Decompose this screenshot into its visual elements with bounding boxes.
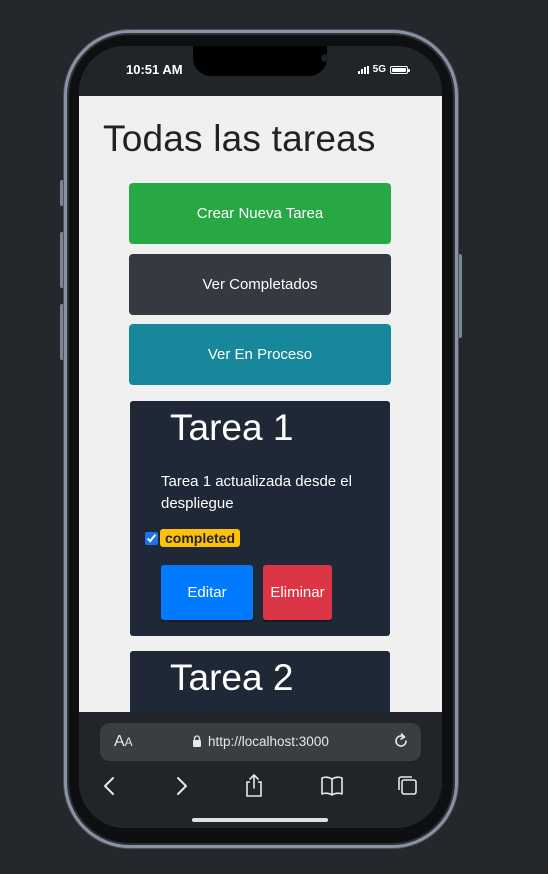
bookmarks-icon[interactable] (319, 773, 345, 799)
edit-task-button[interactable]: Editar (161, 565, 253, 620)
web-page: Todas las tareas Crear Nueva Tarea Ver C… (79, 96, 442, 712)
notch (193, 46, 329, 76)
browser-toolbar (79, 773, 442, 803)
task-title: Tarea 1 (170, 407, 294, 448)
text-size-button[interactable]: AA (114, 733, 133, 751)
address-bar[interactable]: AA http://localhost:3000 (100, 723, 421, 761)
task-title: Tarea 2 (170, 657, 294, 698)
page-title: Todas las tareas (103, 118, 376, 159)
lock-icon (193, 735, 201, 747)
reload-icon[interactable] (391, 731, 411, 751)
task-card: Tarea 2 (130, 651, 390, 712)
task-card: Tarea 1 Tarea 1 actualizada desde el des… (130, 401, 390, 636)
status-time: 10:51 AM (126, 62, 183, 77)
status-icons: 5G (357, 64, 410, 75)
forward-icon[interactable] (168, 773, 194, 799)
power-button (458, 254, 462, 338)
task-description: Tarea 1 actualizada desde el despliegue (161, 473, 352, 512)
view-in-progress-button[interactable]: Ver En Proceso (129, 324, 391, 385)
network-label: 5G (372, 64, 386, 75)
tabs-icon[interactable] (395, 773, 421, 799)
url-text: http://localhost:3000 (208, 734, 329, 749)
create-task-button[interactable]: Crear Nueva Tarea (129, 183, 391, 244)
status-bar: 10:51 AM 5G (79, 46, 442, 96)
battery-icon (390, 65, 410, 74)
back-icon[interactable] (97, 773, 123, 799)
view-completed-button[interactable]: Ver Completados (129, 254, 391, 315)
phone-screen: 10:51 AM 5G Todas las tareas Crear Nueva… (79, 46, 442, 828)
browser-bar: AA http://localhost:3000 (79, 712, 442, 828)
task-completed-checkbox[interactable] (145, 531, 158, 545)
task-status-row: completed (145, 529, 241, 547)
delete-task-button[interactable]: Eliminar (263, 565, 332, 620)
front-camera (321, 54, 329, 62)
share-icon[interactable] (241, 773, 267, 799)
status-badge: completed (160, 529, 241, 547)
signal-icon (357, 65, 369, 74)
home-indicator (192, 818, 328, 822)
